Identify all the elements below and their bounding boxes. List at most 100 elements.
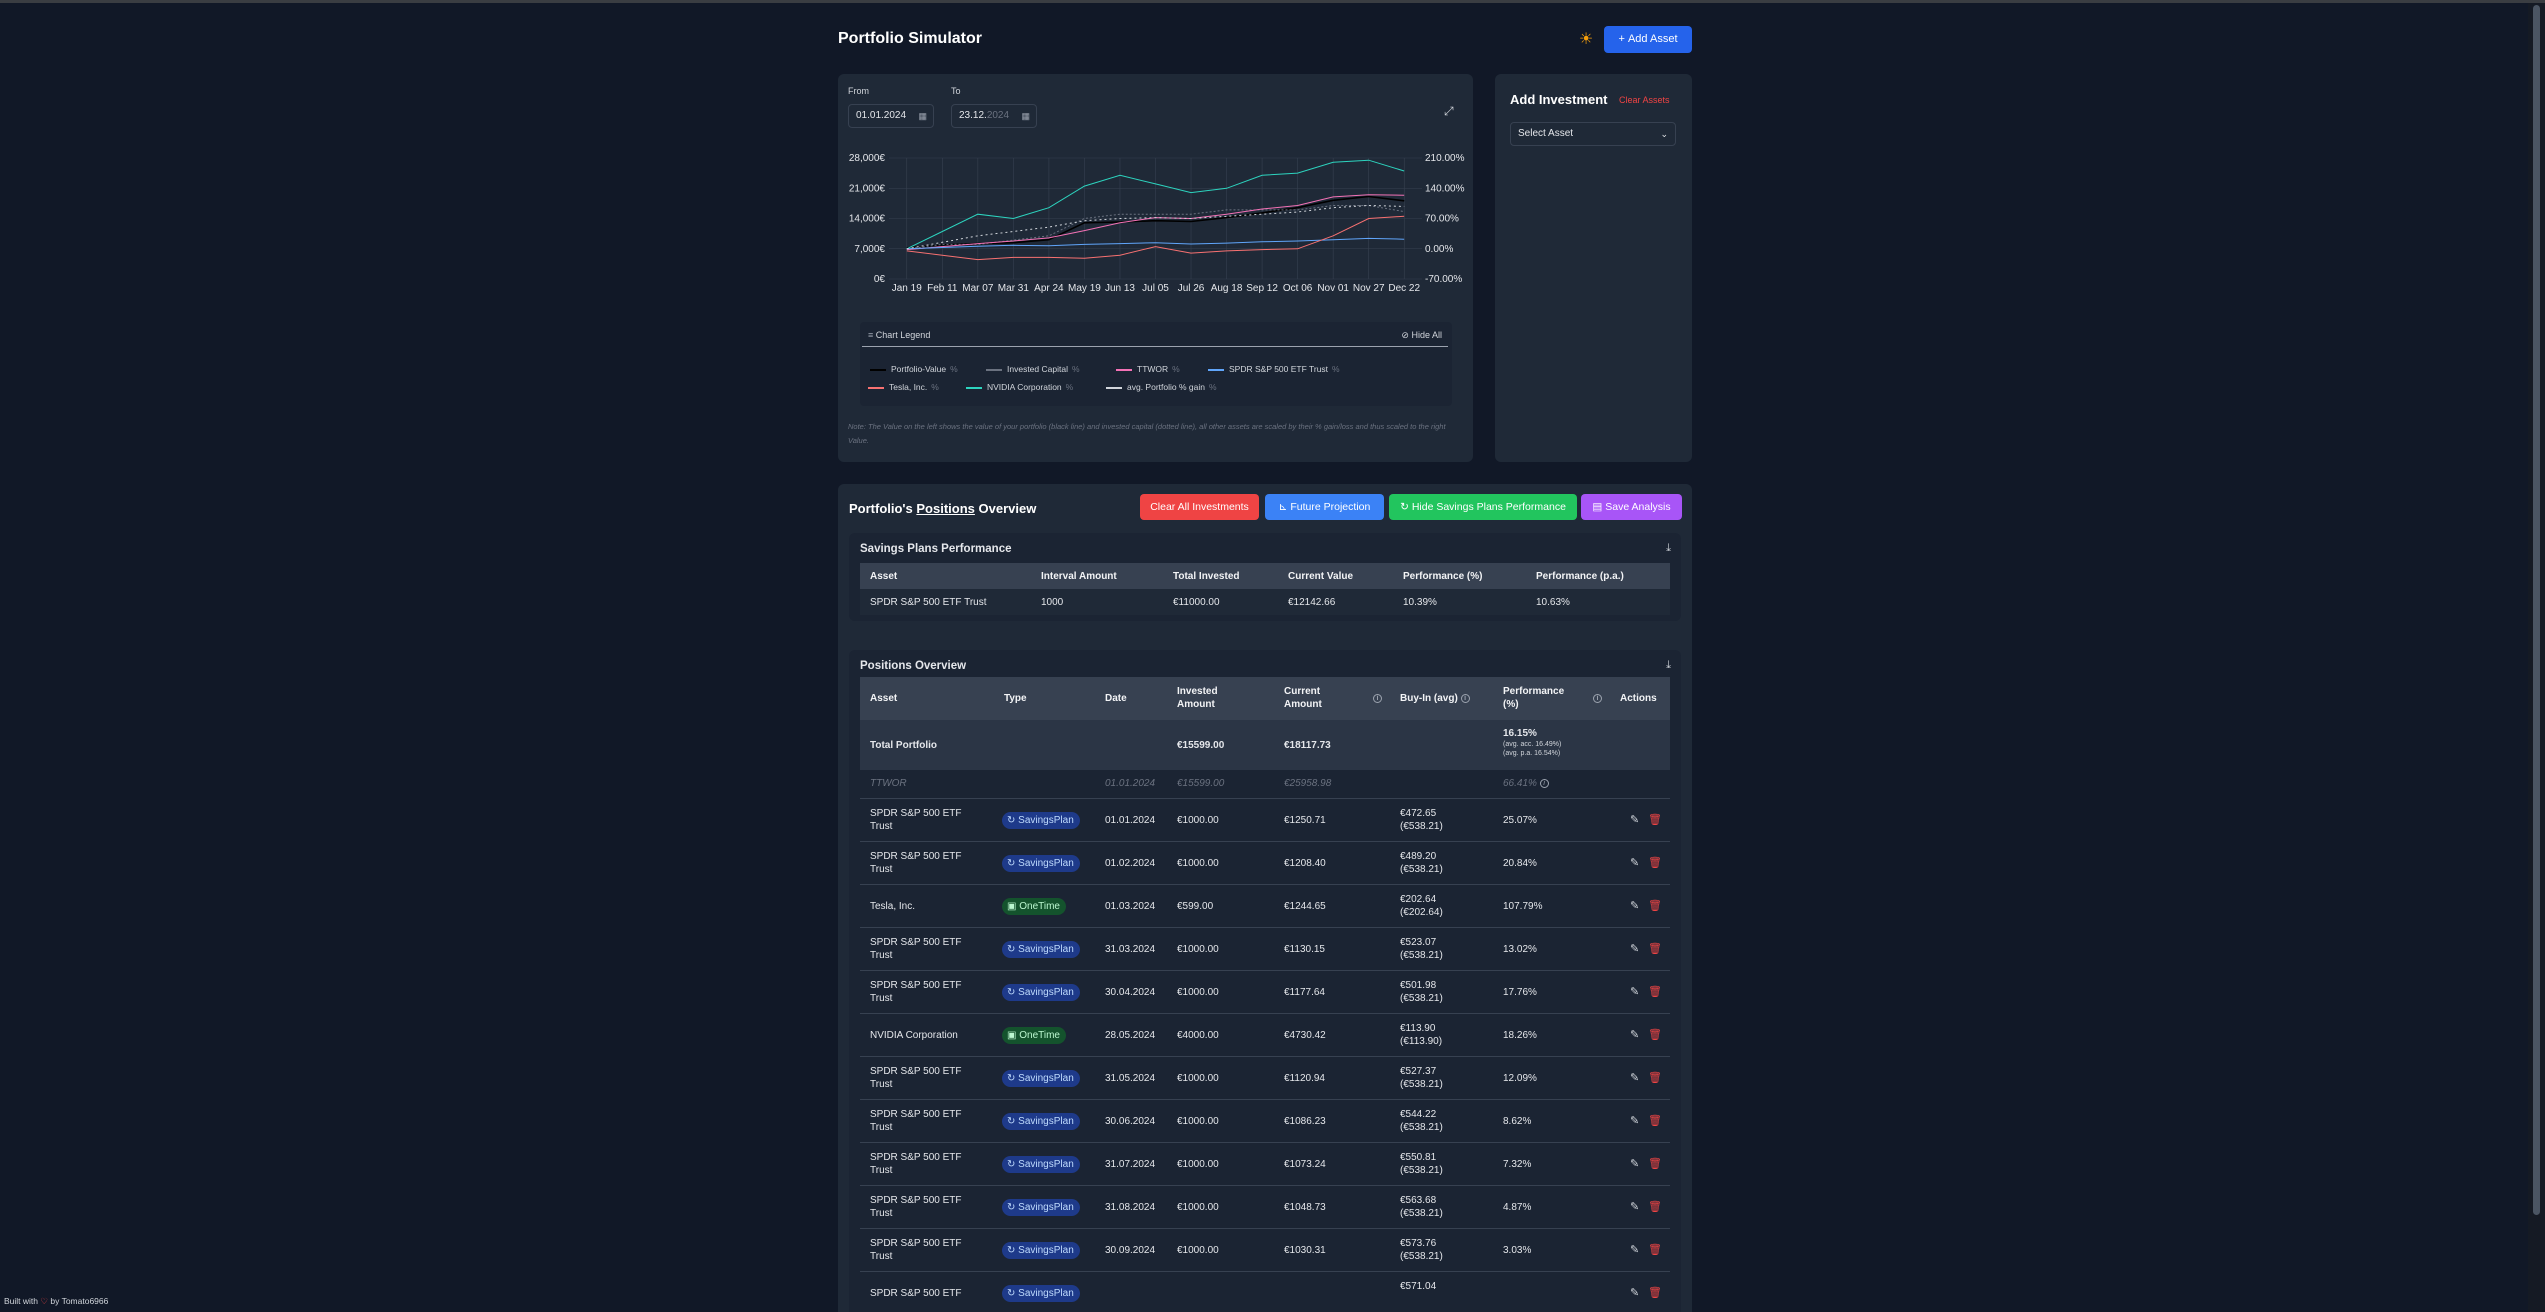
trash-icon[interactable]: 🗑	[1648, 1286, 1662, 1299]
chart-note: Note: The Value on the left shows the va…	[848, 422, 1446, 445]
info-icon[interactable]: i	[1593, 692, 1602, 705]
add-asset-button[interactable]: + Add Asset	[1604, 26, 1692, 53]
save-analysis-label: Save Analysis	[1605, 501, 1671, 513]
chart-legend: ≡ Chart Legend ⊘ Hide All Portfolio-Valu…	[860, 322, 1452, 406]
trash-icon[interactable]: 🗑	[1648, 899, 1662, 912]
trash-icon[interactable]: 🗑	[1648, 1157, 1662, 1170]
col-current-line2: Amount	[1284, 699, 1322, 710]
savings-plan-badge: ↻ SavingsPlan	[1002, 812, 1080, 829]
edit-icon[interactable]: ✎	[1630, 1200, 1639, 1213]
expand-icon[interactable]: ⤢	[1444, 104, 1454, 119]
edit-icon[interactable]: ✎	[1630, 1071, 1639, 1084]
trash-icon[interactable]: 🗑	[1648, 985, 1662, 998]
cell-asset-line1: SPDR S&P 500 ETF	[870, 1152, 962, 1163]
title-underlined: Positions	[916, 501, 975, 516]
cell-buyin-value: €523.07	[1400, 937, 1437, 948]
clear-assets-link[interactable]: Clear Assets	[1619, 95, 1670, 105]
download-icon[interactable]: ⤓	[1666, 542, 1671, 555]
cell-performance: 17.76%	[1503, 987, 1537, 998]
cell-asset-line1: SPDR S&P 500 ETF	[870, 1195, 962, 1206]
legend-item[interactable]: avg. Portfolio % gain%	[1106, 382, 1217, 392]
cell-buyin: €202.64 (€202.64)	[1400, 893, 1443, 919]
save-analysis-button[interactable]: ▤ Save Analysis	[1581, 494, 1682, 520]
edit-icon[interactable]: ✎	[1630, 813, 1639, 826]
from-date-input[interactable]: 01.01.2024 ▦	[848, 104, 934, 128]
edit-icon[interactable]: ✎	[1630, 985, 1639, 998]
info-icon[interactable]: i	[1373, 692, 1382, 705]
page-scrollbar[interactable]	[2528, 3, 2545, 1312]
sun-icon[interactable]: ☀	[1576, 30, 1596, 50]
edit-icon[interactable]: ✎	[1630, 1157, 1639, 1170]
hide-all-button[interactable]: ⊘ Hide All	[1401, 330, 1442, 341]
download-icon[interactable]: ⤓	[1666, 659, 1671, 672]
x-tick: Oct 06	[1283, 283, 1313, 294]
edit-icon[interactable]: ✎	[1630, 1028, 1639, 1041]
col-performance: Performance (%)	[1503, 685, 1564, 711]
refresh-icon: ↻	[1007, 944, 1016, 955]
scrollbar-thumb[interactable]	[2533, 5, 2540, 1215]
cell-asset-line1: SPDR S&P 500 ETF	[870, 851, 962, 862]
legend-item[interactable]: Invested Capital%	[986, 364, 1080, 374]
x-tick: Apr 24	[1034, 283, 1064, 294]
savings-plans-title: Savings Plans Performance	[860, 543, 1012, 555]
cell-asset-line2: Trust	[870, 1079, 893, 1090]
x-tick: Jan 19	[892, 283, 922, 294]
trash-icon[interactable]: 🗑	[1648, 1114, 1662, 1127]
trash-icon[interactable]: 🗑	[1648, 856, 1662, 869]
y-right-tick: 140.00%	[1425, 183, 1465, 194]
legend-item[interactable]: TTWOR%	[1116, 364, 1180, 374]
cell-invested: €1000.00	[1177, 1159, 1219, 1170]
select-asset-dropdown[interactable]: Select Asset ⌄	[1510, 122, 1676, 146]
cell-asset-line2: Trust	[870, 993, 893, 1004]
edit-icon[interactable]: ✎	[1630, 1243, 1639, 1256]
x-tick: Mar 07	[962, 283, 994, 294]
trash-icon[interactable]: 🗑	[1648, 1028, 1662, 1041]
cell-buyin: €563.68 (€538.21)	[1400, 1194, 1443, 1220]
trash-icon[interactable]: 🗑	[1648, 1071, 1662, 1084]
future-projection-button[interactable]: ⊾ Future Projection	[1265, 494, 1384, 520]
cell-asset-line1: SPDR S&P 500 ETF	[870, 808, 962, 819]
calendar-icon: ▣	[1007, 1030, 1017, 1041]
cell-buyin: €571.04	[1400, 1280, 1436, 1293]
benchmark-current: €25958.98	[1284, 778, 1332, 789]
savings-plan-badge: ↻ SavingsPlan	[1002, 1242, 1080, 1259]
info-icon[interactable]: i	[1460, 693, 1470, 703]
cell-invested: €1000.00	[1177, 858, 1219, 869]
edit-icon[interactable]: ✎	[1630, 856, 1639, 869]
savings-plan-badge: ↻ SavingsPlan	[1002, 1285, 1080, 1302]
cell-performance: 20.84%	[1503, 858, 1537, 869]
refresh-icon: ↻	[1007, 1245, 1016, 1256]
cell-current: €1208.40	[1284, 858, 1326, 869]
cell-invested: €599.00	[1177, 901, 1214, 912]
x-tick: Nov 27	[1353, 283, 1385, 294]
legend-item[interactable]: SPDR S&P 500 ETF Trust%	[1208, 364, 1340, 374]
col-interval-amount: Interval Amount	[1041, 571, 1117, 582]
cell-current-value: €12142.66	[1288, 597, 1336, 608]
edit-icon[interactable]: ✎	[1630, 1286, 1639, 1299]
benchmark-asset: TTWOR	[870, 778, 907, 789]
to-date-input[interactable]: 23.12.2024 ▦	[951, 104, 1037, 128]
clear-all-investments-button[interactable]: Clear All Investments	[1140, 494, 1259, 520]
legend-item[interactable]: NVIDIA Corporation%	[966, 382, 1073, 392]
positions-panel: Portfolio's Positions Overview Clear All…	[838, 484, 1692, 1312]
badge-label: SavingsPlan	[1018, 1288, 1074, 1299]
x-tick: Jun 13	[1105, 283, 1135, 294]
total-current: €18117.73	[1284, 740, 1331, 751]
footer-prefix: Built with	[4, 1296, 39, 1306]
cell-buyin: €489.20 (€538.21)	[1400, 850, 1443, 876]
cell-performance: 8.62%	[1503, 1116, 1532, 1127]
cell-buyin-avg: (€538.21)	[1400, 821, 1443, 832]
hide-savings-plans-button[interactable]: ↻ Hide Savings Plans Performance	[1389, 494, 1577, 520]
trash-icon[interactable]: 🗑	[1648, 942, 1662, 955]
portfolio-chart: 28,000€ 21,000€ 14,000€ 7,000€ 0€ 210.00% 140…	[849, 153, 1465, 294]
legend-item[interactable]: Tesla, Inc.%	[868, 382, 939, 392]
edit-icon[interactable]: ✎	[1630, 942, 1639, 955]
info-icon[interactable]: i	[1539, 778, 1549, 788]
cell-invested: €1000.00	[1177, 987, 1219, 998]
edit-icon[interactable]: ✎	[1630, 899, 1639, 912]
legend-item[interactable]: Portfolio-Value%	[870, 364, 958, 374]
trash-icon[interactable]: 🗑	[1648, 1243, 1662, 1256]
trash-icon[interactable]: 🗑	[1648, 813, 1662, 826]
trash-icon[interactable]: 🗑	[1648, 1200, 1662, 1213]
edit-icon[interactable]: ✎	[1630, 1114, 1639, 1127]
